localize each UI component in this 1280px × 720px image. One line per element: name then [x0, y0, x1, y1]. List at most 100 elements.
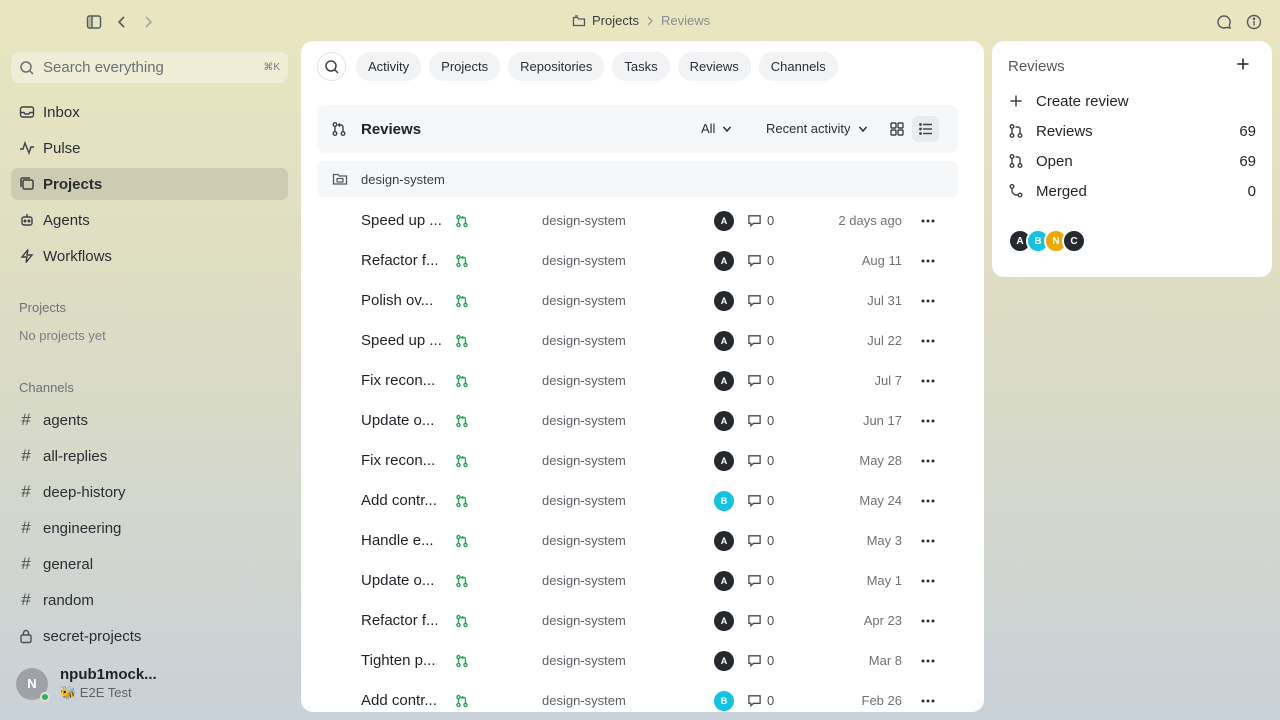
filter-value: All: [701, 121, 716, 136]
avatar[interactable]: C: [1062, 229, 1086, 253]
stat-reviews[interactable]: Reviews 69: [1008, 120, 1256, 142]
tab-tasks[interactable]: Tasks: [612, 52, 670, 81]
comment-number: 0: [767, 573, 775, 588]
tab-search-button[interactable]: [317, 52, 346, 81]
more-options-icon[interactable]: [920, 373, 936, 389]
nav-item-agents[interactable]: Agents: [11, 204, 288, 236]
channel-label: secret-projects: [43, 627, 142, 645]
more-options-icon[interactable]: [920, 693, 936, 709]
repository-icon: [332, 171, 348, 187]
tab-activity[interactable]: Activity: [356, 52, 422, 81]
channel-secret-projects[interactable]: secret-projects: [11, 620, 288, 652]
user-name: npub1mock...: [60, 666, 157, 683]
table-row[interactable]: Refactor f... design-system A 0 Aug 11: [317, 241, 958, 281]
chevron-down-icon: [723, 126, 732, 132]
forward-icon[interactable]: [138, 12, 158, 32]
tab-reviews[interactable]: Reviews: [677, 52, 751, 81]
hash-icon: #: [21, 518, 31, 537]
chat-icon[interactable]: [1214, 12, 1234, 32]
nav-item-projects[interactable]: Projects: [11, 168, 288, 200]
more-options-icon[interactable]: [920, 333, 936, 349]
channel-deep-history[interactable]: # deep-history: [11, 476, 288, 508]
comment-number: 0: [767, 653, 775, 668]
filter-dropdown[interactable]: All: [701, 121, 732, 136]
more-options-icon[interactable]: [920, 293, 936, 309]
review-repo: design-system: [542, 613, 626, 628]
hash-icon: #: [21, 410, 31, 429]
info-icon[interactable]: [1244, 12, 1264, 32]
create-review-button[interactable]: Create review: [1008, 90, 1256, 112]
table-row[interactable]: Refactor f... design-system A 0 Apr 23: [317, 601, 958, 641]
review-date: May 28: [859, 453, 902, 468]
participant-avatars: ABNC: [1008, 229, 1086, 253]
tab-repositories[interactable]: Repositories: [508, 52, 605, 81]
more-options-icon[interactable]: [920, 213, 936, 229]
more-options-icon[interactable]: [920, 533, 936, 549]
tab-projects[interactable]: Projects: [429, 52, 501, 81]
nav-item-workflows[interactable]: Workflows: [11, 240, 288, 272]
table-row[interactable]: Speed up ... design-system A 0 Jul 22: [317, 321, 958, 361]
comment-number: 0: [767, 293, 775, 308]
stat-merged[interactable]: Merged 0: [1008, 180, 1256, 202]
comment-count: 0: [747, 653, 774, 668]
table-row[interactable]: Add contr... design-system B 0 May 24: [317, 481, 958, 521]
user-profile[interactable]: N npub1mock... 🐝 E2E Test: [16, 666, 157, 702]
more-options-icon[interactable]: [920, 573, 936, 589]
more-options-icon[interactable]: [920, 653, 936, 669]
comment-number: 0: [767, 693, 775, 708]
avatar: N: [16, 667, 50, 702]
channel-engineering[interactable]: # engineering: [11, 512, 288, 544]
comment-icon: [747, 333, 762, 348]
table-row[interactable]: Fix recon... design-system A 0 May 28: [317, 441, 958, 481]
pull-request-icon: [1008, 123, 1024, 139]
back-icon[interactable]: [112, 12, 132, 32]
comment-icon: [747, 533, 762, 548]
table-row[interactable]: Update o... design-system A 0 May 1: [317, 561, 958, 601]
channel-agents[interactable]: # agents: [11, 404, 288, 436]
list-view-button[interactable]: [912, 116, 939, 142]
group-header[interactable]: design-system: [317, 161, 958, 197]
author-avatar: A: [714, 651, 734, 671]
review-repo: design-system: [542, 453, 626, 468]
pull-request-icon: [455, 574, 469, 588]
comment-number: 0: [767, 213, 775, 228]
sort-dropdown[interactable]: Recent activity: [766, 121, 868, 136]
table-row[interactable]: Polish ov... design-system A 0 Jul 31: [317, 281, 958, 321]
table-row[interactable]: Update o... design-system A 0 Jun 17: [317, 401, 958, 441]
author-avatar: A: [714, 331, 734, 351]
channel-all-replies[interactable]: # all-replies: [11, 440, 288, 472]
stat-open[interactable]: Open 69: [1008, 150, 1256, 172]
search-input[interactable]: Search everything ⌘K: [11, 52, 288, 83]
breadcrumb-projects[interactable]: Projects: [592, 13, 639, 28]
table-row[interactable]: Speed up ... design-system A 0 2 days ago: [317, 201, 958, 241]
review-date: Apr 23: [863, 613, 902, 628]
hash-icon: #: [21, 554, 31, 573]
nav-item-pulse[interactable]: Pulse: [11, 132, 288, 164]
table-row[interactable]: Tighten p... design-system A 0 Mar 8: [317, 641, 958, 681]
more-options-icon[interactable]: [920, 613, 936, 629]
create-review-label: Create review: [1036, 92, 1129, 110]
channel-general[interactable]: # general: [11, 548, 288, 580]
comment-icon: [747, 653, 762, 668]
comment-icon: [747, 373, 762, 388]
more-options-icon[interactable]: [920, 453, 936, 469]
channel-random[interactable]: # random: [11, 584, 288, 616]
more-options-icon[interactable]: [920, 493, 936, 509]
tab-channels[interactable]: Channels: [758, 52, 838, 81]
list-header: Reviews All Recent activity: [317, 105, 958, 153]
more-options-icon[interactable]: [920, 413, 936, 429]
nav-item-inbox[interactable]: Inbox: [11, 96, 288, 128]
sidebar-toggle-icon[interactable]: [84, 12, 104, 32]
grid-view-button[interactable]: [883, 116, 910, 142]
author-avatar: A: [714, 571, 734, 591]
breadcrumb-reviews: Reviews: [660, 13, 711, 28]
search-shortcut: ⌘K: [263, 62, 280, 73]
table-row[interactable]: Handle e... design-system A 0 May 3: [317, 521, 958, 561]
add-icon[interactable]: [1236, 57, 1250, 71]
table-row[interactable]: Add contr... design-system B 0 Feb 26: [317, 681, 958, 712]
pull-request-icon: [455, 254, 469, 268]
pull-request-icon: [455, 414, 469, 428]
table-row[interactable]: Fix recon... design-system A 0 Jul 7: [317, 361, 958, 401]
more-options-icon[interactable]: [920, 253, 936, 269]
breadcrumb: Projects Reviews: [572, 13, 710, 28]
